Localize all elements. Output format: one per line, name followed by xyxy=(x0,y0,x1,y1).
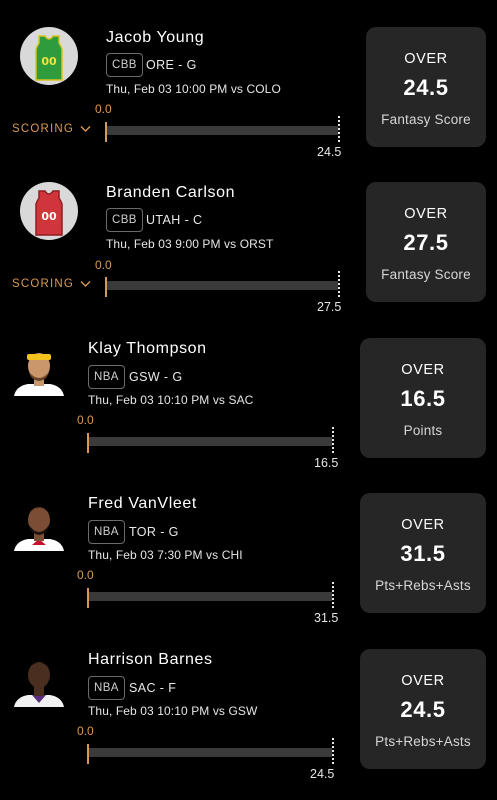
player-name[interactable]: Fred VanVleet xyxy=(88,495,197,513)
player-photo xyxy=(12,342,66,396)
team-position: GSW - G xyxy=(129,370,183,384)
line-label: 27.5 xyxy=(317,300,342,314)
current-value: 0.0 xyxy=(77,568,94,582)
league-badge: NBA xyxy=(88,365,125,389)
stat-type: Pts+Rebs+Asts xyxy=(375,578,471,593)
game-info: Thu, Feb 03 7:30 PM vs CHI xyxy=(88,548,243,562)
game-info: Thu, Feb 03 10:10 PM vs GSW xyxy=(88,704,258,718)
over-under-card[interactable]: OVER 27.5 Fantasy Score xyxy=(366,182,486,302)
player-name[interactable]: Harrison Barnes xyxy=(88,651,213,669)
scoring-label: SCORING xyxy=(12,278,75,290)
team-position: SAC - F xyxy=(129,681,177,695)
player-avatar: 00 xyxy=(20,27,78,85)
line-label: 24.5 xyxy=(310,767,335,781)
chevron-down-icon xyxy=(80,126,91,132)
game-info: Thu, Feb 03 9:00 PM vs ORST xyxy=(106,237,274,251)
svg-text:00: 00 xyxy=(41,55,57,68)
pick-row: Klay Thompson NBA GSW - G Thu, Feb 03 10… xyxy=(0,338,497,493)
svg-text:00: 00 xyxy=(41,210,57,223)
progress-bar xyxy=(87,427,334,453)
scoring-toggle[interactable]: SCORING xyxy=(12,278,91,290)
progress-start-marker xyxy=(87,433,89,453)
current-value: 0.0 xyxy=(95,258,112,272)
progress-start-marker xyxy=(105,277,107,297)
jersey-icon: 00 xyxy=(35,35,63,81)
chevron-down-icon xyxy=(80,281,91,287)
current-value: 0.0 xyxy=(77,724,94,738)
pick-row: 00 Branden Carlson CBB UTAH - C Thu, Feb… xyxy=(0,182,497,337)
line-marker xyxy=(338,116,340,142)
league-badge: NBA xyxy=(88,520,125,544)
team-position: ORE - G xyxy=(146,58,197,72)
progress-bar xyxy=(105,116,340,142)
player-photo-icon xyxy=(14,507,64,551)
line-label: 31.5 xyxy=(314,611,339,625)
progress-start-marker xyxy=(87,744,89,764)
over-under-card[interactable]: OVER 31.5 Pts+Rebs+Asts xyxy=(360,493,486,613)
projection-line: 24.5 xyxy=(403,75,449,100)
league-badge: NBA xyxy=(88,676,125,700)
stat-type: Points xyxy=(403,423,443,438)
projection-line: 16.5 xyxy=(400,386,446,411)
player-photo-icon xyxy=(14,353,64,396)
team-position: UTAH - C xyxy=(146,213,203,227)
league-badge: CBB xyxy=(106,208,143,232)
direction-label: OVER xyxy=(404,51,448,67)
team-position: TOR - G xyxy=(129,525,179,539)
line-marker xyxy=(332,427,334,453)
direction-label: OVER xyxy=(401,517,445,533)
projection-line: 27.5 xyxy=(403,230,449,255)
line-marker xyxy=(332,582,334,608)
current-value: 0.0 xyxy=(95,102,112,116)
player-photo xyxy=(12,497,66,551)
player-photo xyxy=(12,653,66,707)
projection-line: 31.5 xyxy=(400,541,446,566)
pick-row: 00 Jacob Young CBB ORE - G Thu, Feb 03 1… xyxy=(0,27,497,182)
progress-bar xyxy=(87,582,334,608)
scoring-toggle[interactable]: SCORING xyxy=(12,123,91,135)
over-under-card[interactable]: OVER 16.5 Points xyxy=(360,338,486,458)
player-name[interactable]: Klay Thompson xyxy=(88,340,207,358)
player-name[interactable]: Jacob Young xyxy=(106,29,204,47)
scoring-label: SCORING xyxy=(12,123,75,135)
stat-type: Fantasy Score xyxy=(381,112,471,127)
game-info: Thu, Feb 03 10:00 PM vs COLO xyxy=(106,82,281,96)
line-marker xyxy=(338,271,340,297)
league-badge: CBB xyxy=(106,53,143,77)
progress-bar xyxy=(105,271,340,297)
pick-row: Harrison Barnes NBA SAC - F Thu, Feb 03 … xyxy=(0,649,497,800)
current-value: 0.0 xyxy=(77,413,94,427)
pick-row: Fred VanVleet NBA TOR - G Thu, Feb 03 7:… xyxy=(0,493,497,648)
projection-line: 24.5 xyxy=(400,697,446,722)
over-under-card[interactable]: OVER 24.5 Fantasy Score xyxy=(366,27,486,147)
player-photo-icon xyxy=(14,662,64,707)
direction-label: OVER xyxy=(401,362,445,378)
picks-list: 00 Jacob Young CBB ORE - G Thu, Feb 03 1… xyxy=(0,0,497,800)
line-marker xyxy=(332,738,334,764)
progress-bar xyxy=(87,738,334,764)
direction-label: OVER xyxy=(404,206,448,222)
direction-label: OVER xyxy=(401,673,445,689)
game-info: Thu, Feb 03 10:10 PM vs SAC xyxy=(88,393,254,407)
player-name[interactable]: Branden Carlson xyxy=(106,184,235,202)
over-under-card[interactable]: OVER 24.5 Pts+Rebs+Asts xyxy=(360,649,486,769)
stat-type: Fantasy Score xyxy=(381,267,471,282)
line-label: 24.5 xyxy=(317,145,342,159)
progress-start-marker xyxy=(87,588,89,608)
line-label: 16.5 xyxy=(314,456,339,470)
player-avatar: 00 xyxy=(20,182,78,240)
jersey-icon: 00 xyxy=(35,190,63,236)
progress-start-marker xyxy=(105,122,107,142)
stat-type: Pts+Rebs+Asts xyxy=(375,734,471,749)
